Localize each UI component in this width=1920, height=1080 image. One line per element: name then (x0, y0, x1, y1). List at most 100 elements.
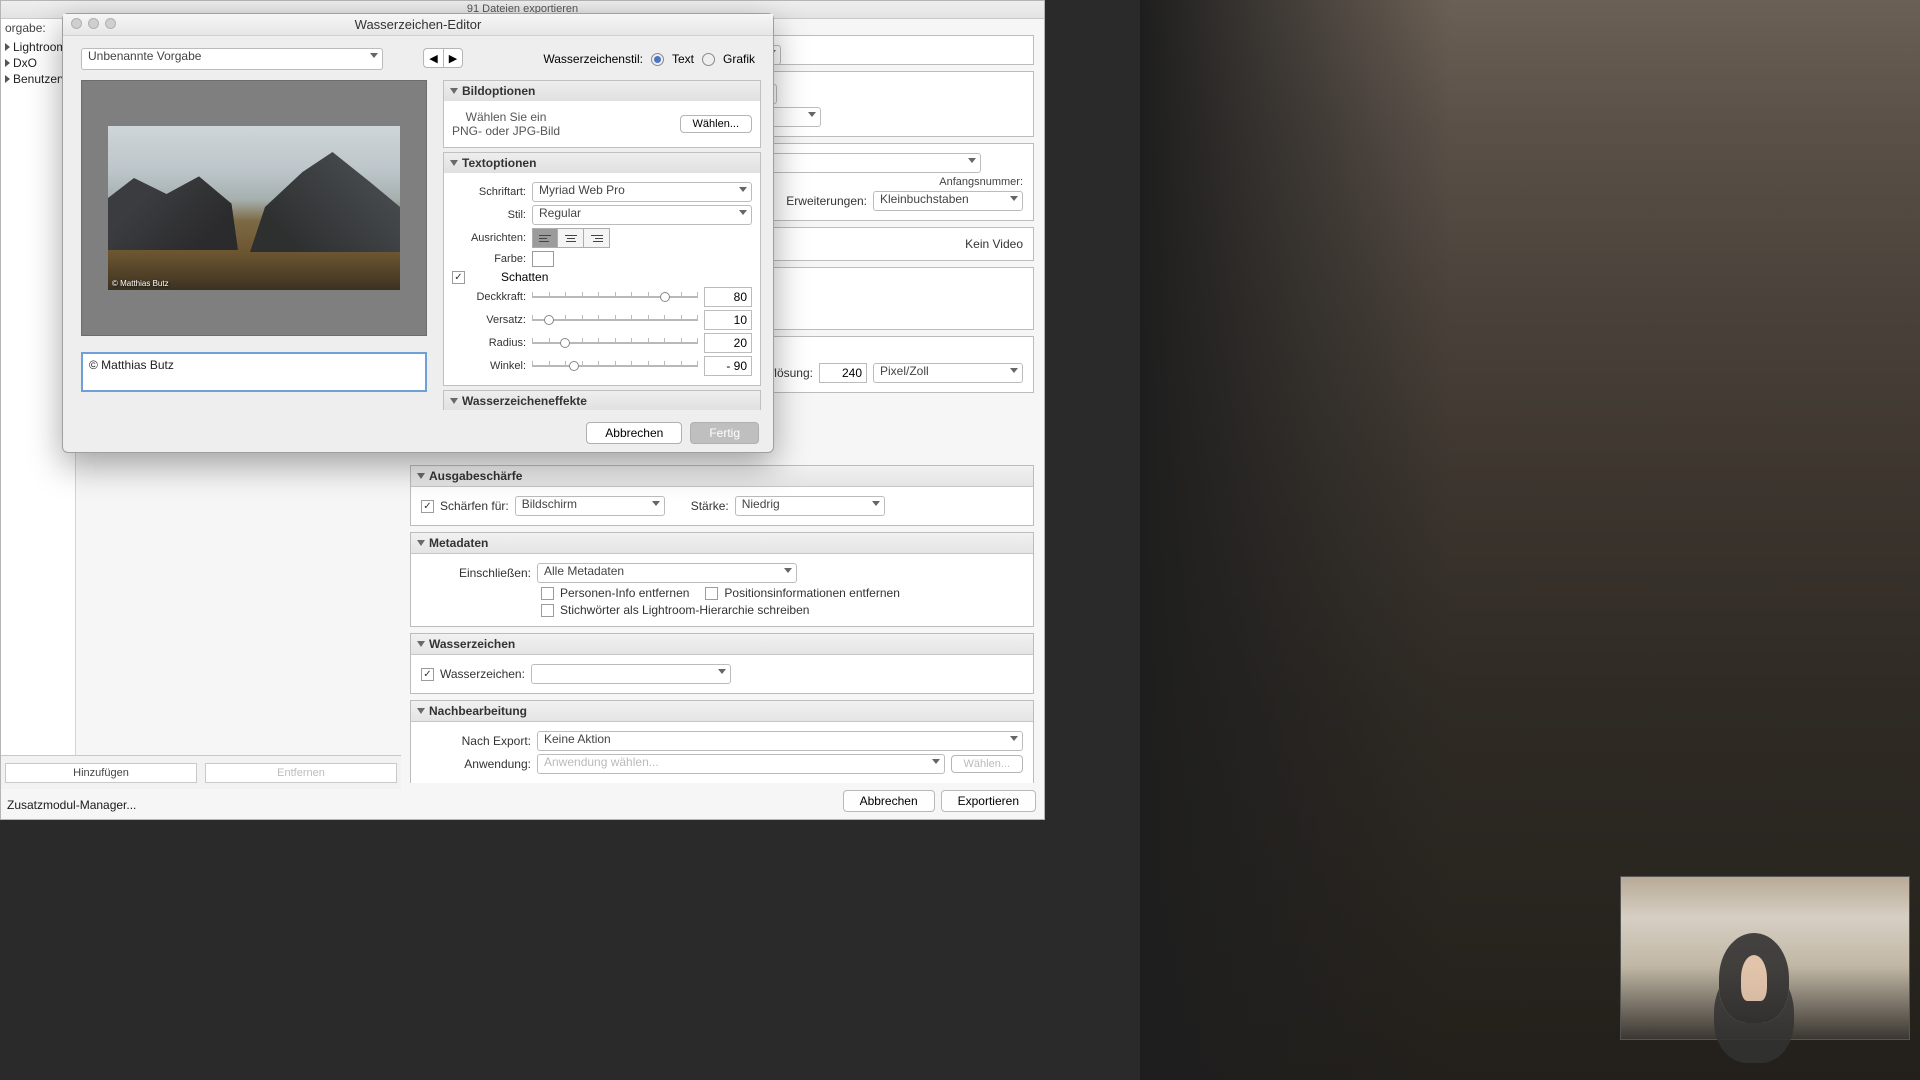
disclosure-icon[interactable] (450, 88, 458, 94)
preview-nav: ◀ ▶ (423, 48, 463, 68)
fontstyle-label: Stil: (452, 209, 526, 221)
watermark-select[interactable] (531, 664, 731, 684)
modal-title: Wasserzeichen-Editor (63, 14, 773, 36)
angle-input[interactable] (704, 356, 752, 376)
minimize-icon[interactable] (88, 18, 99, 29)
prev-button[interactable]: ◀ (423, 48, 443, 68)
next-button[interactable]: ▶ (443, 48, 463, 68)
opacity-input[interactable] (704, 287, 752, 307)
align-center-button[interactable] (558, 228, 584, 248)
select-value: Kleinbuchstaben (880, 192, 969, 206)
mountain-shape (108, 170, 238, 250)
caret-down-icon (1010, 736, 1018, 741)
include-select[interactable]: Alle Metadaten (537, 563, 797, 583)
caret-down-icon (932, 759, 940, 764)
resolution-input[interactable] (819, 363, 867, 383)
remove-person-checkbox[interactable] (541, 587, 554, 600)
opacity-slider[interactable] (532, 290, 698, 304)
angle-slider[interactable] (532, 359, 698, 373)
watermark-label: Wasserzeichen: (440, 667, 525, 681)
select-value: Keine Aktion (544, 732, 611, 746)
section-title: Textoptionen (462, 156, 536, 170)
watermark-checkbox[interactable] (421, 668, 434, 681)
disclosure-icon[interactable] (417, 540, 425, 546)
export-cancel-button[interactable]: Abbrechen (843, 790, 935, 812)
preview-image: © Matthias Butz (108, 126, 400, 290)
metadata-panel: Metadaten Einschließen: Alle Metadaten P… (410, 532, 1034, 627)
style-text-radio[interactable] (651, 53, 664, 66)
radius-slider[interactable] (532, 336, 698, 350)
close-icon[interactable] (71, 18, 82, 29)
offset-slider[interactable] (532, 313, 698, 327)
after-export-select[interactable]: Keine Aktion (537, 731, 1023, 751)
include-label: Einschließen: (421, 566, 531, 580)
sharpen-for-select[interactable]: Bildschirm (515, 496, 665, 516)
disclosure-icon[interactable] (417, 473, 425, 479)
style-graphic-radio[interactable] (702, 53, 715, 66)
align-right-button[interactable] (584, 228, 610, 248)
watermark-overlay-text: © Matthias Butz (112, 279, 169, 288)
remove-preset-button: Entfernen (205, 763, 397, 783)
remove-location-checkbox[interactable] (705, 587, 718, 600)
ext-select[interactable]: Kleinbuchstaben (873, 191, 1023, 211)
choose-image-button[interactable]: Wählen... (680, 115, 752, 133)
chevron-right-icon (5, 59, 10, 67)
caret-down-icon (968, 158, 976, 163)
modal-cancel-button[interactable]: Abbrechen (586, 422, 682, 444)
add-preset-button[interactable]: Hinzufügen (5, 763, 197, 783)
select-value: Unbenannte Vorgabe (88, 49, 201, 63)
checkbox-label: Stichwörter als Lightroom-Hierarchie sch… (560, 603, 809, 617)
text-options-section: Textoptionen Schriftart: Myriad Web Pro … (443, 152, 761, 386)
fontstyle-select[interactable]: Regular (532, 205, 752, 225)
watermark-text-input[interactable]: © Matthias Butz (81, 352, 427, 392)
webcam-overlay (1620, 876, 1910, 1040)
panel-title: Metadaten (429, 536, 488, 550)
export-button[interactable]: Exportieren (941, 790, 1036, 812)
select-value: Pixel/Zoll (880, 364, 929, 378)
select-value: Niedrig (742, 497, 780, 511)
offset-input[interactable] (704, 310, 752, 330)
zoom-icon[interactable] (105, 18, 116, 29)
disclosure-icon[interactable] (417, 708, 425, 714)
caret-down-icon (370, 53, 378, 58)
align-left-icon (539, 235, 551, 242)
watermark-preview: © Matthias Butz (81, 80, 427, 336)
offset-label: Versatz: (452, 314, 526, 326)
panel-title: Wasserzeichen (429, 637, 515, 651)
select-value: Myriad Web Pro (539, 183, 625, 197)
preset-buttons: Hinzufügen Entfernen (1, 755, 401, 789)
color-swatch[interactable] (532, 251, 554, 267)
watermark-effects-section: Wasserzeicheneffekte (443, 390, 761, 410)
caret-down-icon (872, 501, 880, 506)
modal-done-button[interactable]: Fertig (690, 422, 759, 444)
disclosure-icon[interactable] (450, 398, 458, 404)
select-value: Bildschirm (522, 497, 577, 511)
shadow-checkbox[interactable] (452, 271, 465, 284)
disclosure-icon[interactable] (450, 160, 458, 166)
chevron-right-icon (5, 43, 10, 51)
radio-label: Grafik (723, 52, 755, 66)
resolution-unit-select[interactable]: Pixel/Zoll (873, 363, 1023, 383)
caret-down-icon (784, 568, 792, 573)
sharpen-label: Schärfen für: (440, 499, 509, 513)
input-value: © Matthias Butz (89, 358, 174, 372)
disclosure-icon[interactable] (417, 641, 425, 647)
sharpen-checkbox[interactable] (421, 500, 434, 513)
align-center-icon (565, 235, 577, 242)
image-hint-2: PNG- oder JPG-Bild (452, 124, 560, 138)
align-left-button[interactable] (532, 228, 558, 248)
panel-title: Nachbearbeitung (429, 704, 527, 718)
strength-select[interactable]: Niedrig (735, 496, 885, 516)
plugin-manager-link[interactable]: Zusatzmodul-Manager... (1, 791, 136, 819)
caret-down-icon (1010, 196, 1018, 201)
sidebar-item-label: DxO (13, 56, 37, 70)
keyword-hierarchy-checkbox[interactable] (541, 604, 554, 617)
choose-app-button[interactable]: Wählen... (951, 755, 1023, 773)
font-select[interactable]: Myriad Web Pro (532, 182, 752, 202)
application-select[interactable]: Anwendung wählen... (537, 754, 945, 774)
radius-input[interactable] (704, 333, 752, 353)
radius-label: Radius: (452, 337, 526, 349)
checkbox-label: Positionsinformationen entfernen (724, 586, 899, 600)
watermark-preset-select[interactable]: Unbenannte Vorgabe (81, 48, 383, 70)
image-hint-1: Wählen Sie ein (452, 110, 560, 124)
